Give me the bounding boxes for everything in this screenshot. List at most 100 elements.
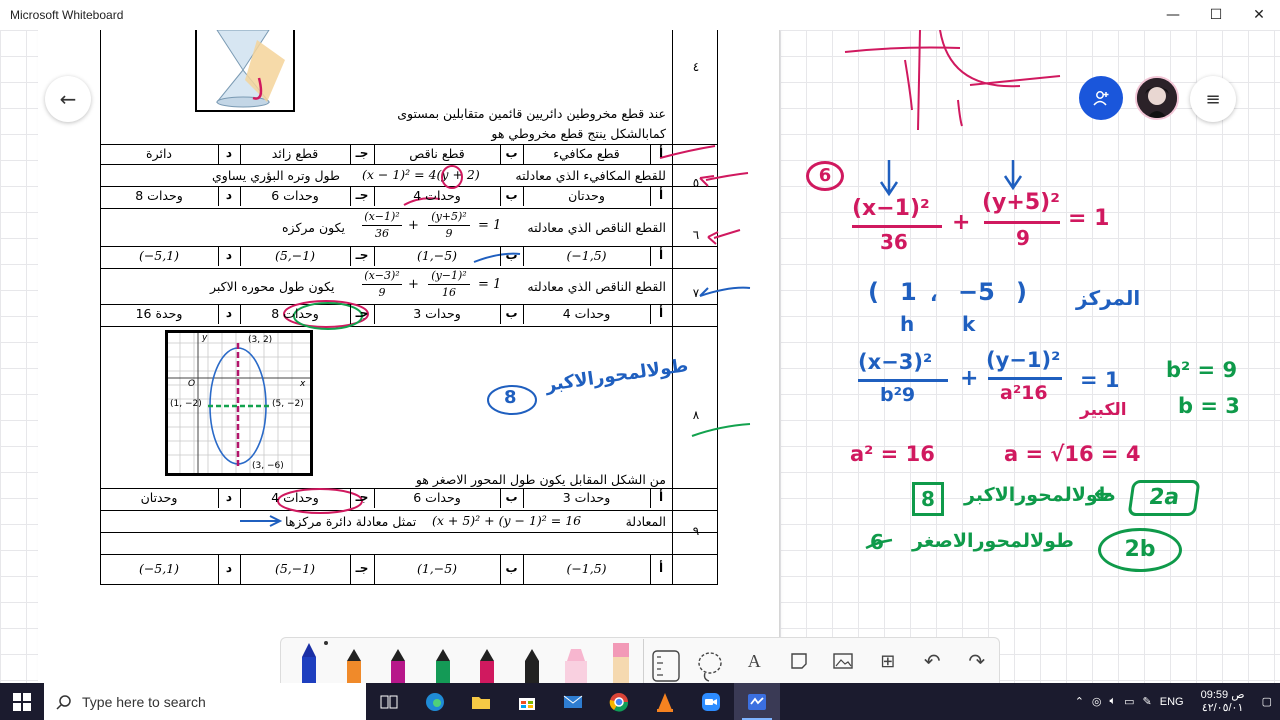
ink-fraction-bar — [852, 225, 942, 228]
q5-option-text[interactable]: وحدتان — [523, 188, 650, 203]
edge-app[interactable] — [412, 683, 458, 720]
tool-eraser[interactable] — [599, 639, 644, 683]
user-avatar[interactable] — [1135, 76, 1179, 120]
q4-option-text[interactable]: قطع ناقص — [374, 146, 500, 161]
speaker-icon[interactable]: 🔈︎ — [1110, 695, 1117, 708]
network-icon[interactable]: ▭ — [1124, 695, 1134, 708]
q6-option-letter: أ — [658, 248, 664, 262]
pen-icon — [391, 649, 406, 683]
vlc-app[interactable] — [642, 683, 688, 720]
close-button[interactable]: ✕ — [1236, 0, 1280, 30]
graph-label-x: x — [300, 379, 306, 389]
tool-undo[interactable]: ↶ — [910, 639, 955, 683]
invite-button[interactable] — [1079, 76, 1123, 120]
row-line — [100, 246, 718, 247]
tool-ballpoint-pen[interactable] — [287, 639, 332, 683]
fraction-bar — [362, 284, 402, 285]
store-app[interactable] — [504, 683, 550, 720]
q4-option-text[interactable]: قطع مكافيء — [523, 146, 650, 161]
q4-option-text[interactable]: قطع زائد — [240, 146, 350, 161]
pen-icon — [302, 643, 317, 683]
q8-option-text[interactable]: وحدتان — [100, 490, 218, 505]
tool-orange-pen[interactable] — [332, 639, 377, 683]
q5-option-text[interactable]: 4 وحدات — [374, 188, 500, 203]
menu-button[interactable]: ≡ — [1190, 76, 1236, 122]
taskbar-search[interactable]: Type here to search — [44, 683, 366, 720]
tool-black-pen[interactable] — [510, 639, 555, 683]
ink-a-squared: a² = 16 — [850, 442, 935, 466]
ink-q-circle: 6 — [806, 161, 844, 191]
task-view-icon — [380, 695, 398, 708]
pen-workspace-icon[interactable]: ✎ — [1143, 695, 1152, 708]
undo-icon: ↶ — [923, 649, 941, 673]
q8-option-text[interactable]: 6 وحدات — [374, 490, 500, 505]
q4-option-letter: د — [225, 146, 233, 160]
q6-option-text[interactable]: (−1,5) — [523, 248, 650, 263]
whiteboard-canvas[interactable]: ٤ عند قطع مخروطين دائريين قائمين متقابلي… — [0, 30, 1280, 683]
start-button[interactable] — [0, 683, 44, 720]
task-view-button[interactable] — [366, 683, 412, 720]
q9-option-text[interactable]: (5,−1) — [240, 561, 350, 576]
zoom-app[interactable] — [688, 683, 734, 720]
chevron-up-icon[interactable]: ⌃ — [1075, 695, 1084, 708]
q7-option-text[interactable]: 4 وحدات — [523, 306, 650, 321]
taskbar: Type here to search ⌃ ◎ 🔈︎ ▭ ✎ ENG 09:59… — [0, 683, 1280, 720]
fraction-bar — [428, 284, 470, 285]
pen-icon — [524, 649, 539, 683]
tool-green-pen[interactable] — [421, 639, 466, 683]
add-icon: ⊞ — [880, 650, 896, 672]
q6-option-text[interactable]: (−5,1) — [100, 248, 218, 263]
ink-center-k: −5 — [958, 278, 995, 306]
ink-b-squared: b² = 9 — [1166, 358, 1238, 382]
tool-purple-pen[interactable] — [376, 639, 421, 683]
q6-text-post: يكون مركزه — [282, 220, 345, 235]
q6-option-text[interactable]: (5,−1) — [240, 248, 350, 263]
mail-app[interactable] — [550, 683, 596, 720]
chrome-icon — [609, 692, 629, 712]
q7-option-text[interactable]: 16 وحدة — [100, 306, 218, 321]
q8-option-text[interactable]: 4 وحدات — [240, 490, 350, 505]
whiteboard-app[interactable] — [734, 683, 780, 720]
tool-highlighter[interactable] — [554, 639, 599, 683]
tool-sticky-note[interactable] — [777, 639, 822, 683]
chrome-app[interactable] — [596, 683, 642, 720]
ink-major-word: طولالمحورالاكبر — [964, 484, 1116, 506]
q9-option-text[interactable]: (−5,1) — [100, 561, 218, 576]
tool-magenta-pen[interactable] — [465, 639, 510, 683]
ink-minor-word: طولالمحورالاصغر — [912, 530, 1074, 552]
q8-option-letter: د — [225, 490, 233, 504]
q7-option-letter: ب — [505, 306, 518, 320]
meet-icon[interactable]: ◎ — [1092, 695, 1102, 708]
tool-add[interactable]: ⊞ — [866, 639, 911, 683]
q5-option-text[interactable]: 6 وحدات — [240, 188, 350, 203]
q4-option-text[interactable]: دائرة — [100, 146, 218, 161]
q4-option-letter: جـ — [355, 146, 369, 160]
q6-text-pre: القطع الناقص الذي معادلته — [527, 220, 666, 235]
back-button[interactable]: ← — [45, 76, 91, 122]
clock[interactable]: 09:59 ص ٤٢/٠٥/٠١ — [1192, 689, 1254, 715]
redo-icon: ↷ — [968, 649, 986, 673]
file-explorer-app[interactable] — [458, 683, 504, 720]
q5-option-text[interactable]: 8 وحدات — [100, 188, 218, 203]
q7-option-text[interactable]: 3 وحدات — [374, 306, 500, 321]
tool-text[interactable]: A — [732, 639, 777, 683]
q9-option-text[interactable]: (1,−5) — [374, 561, 500, 576]
tool-image[interactable] — [821, 639, 866, 683]
language-indicator[interactable]: ENG — [1160, 696, 1184, 708]
q9-option-letter: جـ — [355, 561, 369, 575]
ink-center-open: ( — [868, 278, 879, 306]
maximize-button[interactable]: ☐ — [1193, 0, 1239, 30]
tool-redo[interactable]: ↷ — [955, 639, 1000, 683]
q9-option-text[interactable]: (−1,5) — [523, 561, 650, 576]
q8-option-text[interactable]: 3 وحدات — [523, 490, 650, 505]
row-line — [100, 326, 718, 327]
graph-label-y: y — [202, 333, 208, 343]
q6-option-text[interactable]: (1,−5) — [374, 248, 500, 263]
tool-lasso[interactable] — [688, 639, 733, 683]
tool-ruler[interactable] — [643, 639, 688, 683]
q5-option-letter: د — [225, 188, 233, 202]
notifications-icon[interactable]: ▢ — [1262, 695, 1272, 708]
q7-option-text[interactable]: 8 وحدات — [240, 306, 350, 321]
minimize-button[interactable]: — — [1150, 0, 1196, 30]
arrow-left-icon: ← — [59, 87, 77, 111]
